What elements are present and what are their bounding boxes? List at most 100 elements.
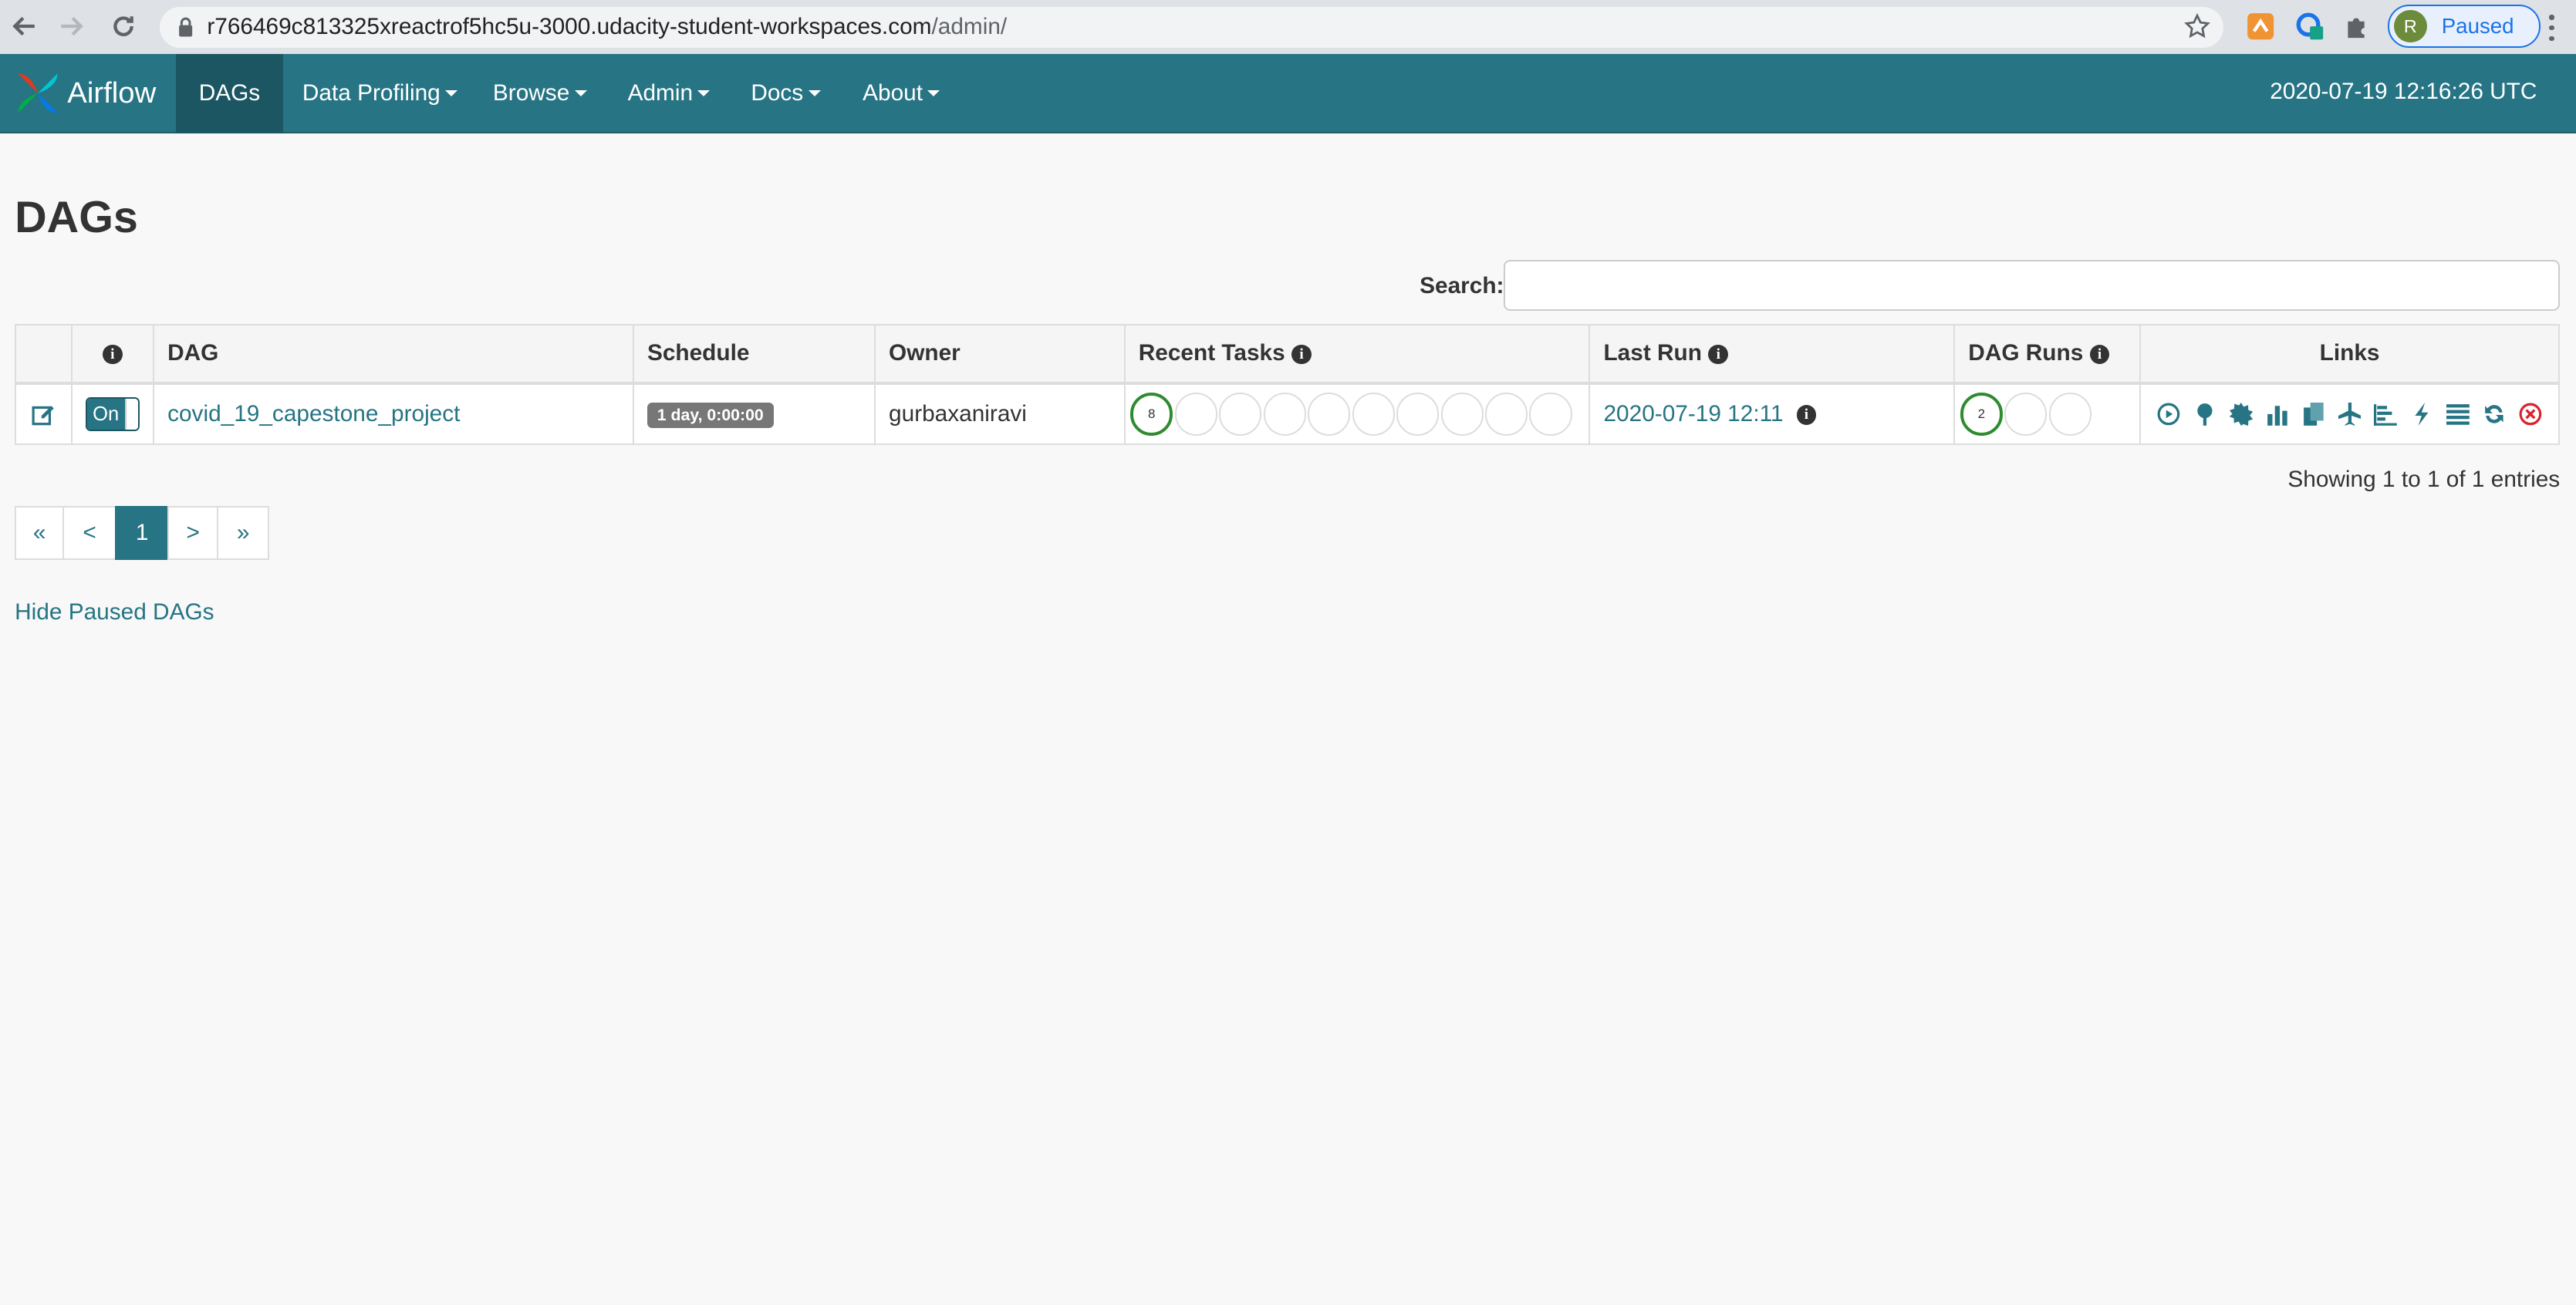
logs-icon[interactable] (2444, 400, 2472, 428)
gantt-icon[interactable] (2372, 400, 2399, 428)
header-recent-tasks-label: Recent Tasks (1138, 340, 1285, 366)
last-run-link[interactable]: 2020-07-19 12:11 (1603, 401, 1783, 427)
caret-down-icon (574, 90, 587, 96)
task-state-circle[interactable] (1219, 393, 1262, 436)
nav-admin[interactable]: Admin (605, 54, 733, 133)
trigger-dag-icon[interactable] (2155, 400, 2183, 428)
task-state-circle[interactable] (1440, 393, 1484, 436)
pager-last[interactable]: » (217, 505, 270, 561)
delete-icon[interactable] (2517, 400, 2544, 428)
nav-about-label: About (863, 80, 923, 106)
task-state-circle[interactable] (1174, 393, 1217, 436)
task-state-circle[interactable] (1352, 393, 1395, 436)
dag-run-circle[interactable] (2048, 393, 2092, 436)
avatar: R (2393, 9, 2427, 43)
refresh-icon[interactable] (2480, 400, 2508, 428)
back-icon[interactable] (3, 5, 46, 47)
schedule-cell: 1 day, 0:00:00 (632, 383, 876, 446)
info-icon: i (103, 344, 123, 365)
tree-view-icon[interactable] (2191, 400, 2219, 428)
airflow-logo-icon (18, 73, 58, 113)
header-owner-label: Owner (889, 340, 961, 366)
task-state-circle[interactable] (1529, 393, 1572, 436)
header-owner[interactable]: Owner (874, 323, 1126, 386)
pager-page-1[interactable]: 1 (115, 505, 170, 561)
info-icon[interactable]: i (2089, 344, 2110, 365)
header-dag[interactable]: DAG (153, 323, 634, 386)
browser-toolbar: r766469c813325xreactrof5hc5u-3000.udacit… (0, 0, 2576, 55)
bookmark-star-icon[interactable] (2183, 13, 2210, 39)
owner-text: gurbaxaniravi (889, 401, 1027, 427)
nav-docs[interactable]: Docs (728, 54, 844, 133)
pager-next[interactable]: > (167, 505, 219, 561)
task-state-circle-success[interactable]: 8 (1130, 393, 1173, 436)
url-path: /admin/ (931, 14, 1008, 40)
caret-down-icon (445, 90, 458, 96)
extension-blue-icon[interactable] (2295, 12, 2324, 41)
task-tries-icon[interactable] (2300, 400, 2328, 428)
extension-orange-icon[interactable] (2246, 12, 2275, 41)
nav-data-profiling[interactable]: Data Profiling (279, 54, 481, 133)
task-state-circle[interactable] (1263, 393, 1306, 436)
edit-icon[interactable] (32, 403, 55, 426)
header-links-label: Links (2319, 340, 2380, 366)
page-title: DAGs (15, 193, 138, 243)
pagination: « < 1 > » (15, 505, 270, 561)
dags-table: i DAG Schedule Owner Recent Tasks i Last … (15, 323, 2561, 446)
landing-times-icon[interactable] (2335, 400, 2363, 428)
search-input[interactable] (1503, 259, 2561, 311)
nav-about[interactable]: About (839, 54, 963, 133)
reload-icon[interactable] (102, 5, 144, 47)
task-state-circle[interactable] (1308, 393, 1351, 436)
header-schedule[interactable]: Schedule (632, 323, 876, 386)
pager-prev[interactable]: < (62, 505, 117, 561)
header-dag-runs[interactable]: DAG Runs i (1953, 323, 2141, 386)
task-state-circle[interactable] (1396, 393, 1440, 436)
nav-dags-label: DAGs (198, 80, 261, 106)
graph-view-icon[interactable] (2227, 400, 2255, 428)
header-recent-tasks[interactable]: Recent Tasks i (1123, 323, 1591, 386)
caret-down-icon (808, 90, 821, 96)
hide-paused-dags-link[interactable]: Hide Paused DAGs (15, 599, 214, 626)
url-host: r766469c813325xreactrof5hc5u-3000.udacit… (207, 14, 932, 40)
nav-admin-label: Admin (627, 80, 694, 106)
extensions-puzzle-icon[interactable] (2343, 12, 2372, 41)
profile-button[interactable]: R Paused (2387, 5, 2541, 48)
server-clock: 2020-07-19 12:16:26 UTC (2270, 79, 2537, 105)
nav-browse[interactable]: Browse (470, 54, 609, 133)
header-info: i (70, 323, 155, 386)
info-icon[interactable]: i (1708, 344, 1729, 365)
airflow-brand[interactable]: Airflow (13, 67, 156, 120)
task-state-circle[interactable] (1484, 393, 1528, 436)
search-label: Search: (1420, 272, 1504, 298)
caret-down-icon (927, 90, 940, 96)
dag-id-link[interactable]: covid_19_capestone_project (167, 401, 460, 427)
dag-run-circle[interactable] (2004, 393, 2048, 436)
header-last-run-label: Last Run (1603, 340, 1702, 366)
forward-icon[interactable] (49, 5, 92, 47)
toggle-knob (124, 398, 138, 430)
address-bar[interactable]: r766469c813325xreactrof5hc5u-3000.udacit… (159, 6, 2223, 48)
code-icon[interactable] (2408, 400, 2436, 428)
lock-icon (179, 18, 193, 37)
header-edit (15, 323, 73, 386)
nav-dags[interactable]: DAGs (175, 54, 283, 133)
header-dag-label: DAG (167, 340, 219, 366)
info-icon[interactable]: i (1796, 405, 1817, 426)
task-duration-icon[interactable] (2264, 400, 2291, 428)
browser-menu-icon[interactable] (2548, 15, 2555, 42)
table-header-row: i DAG Schedule Owner Recent Tasks i Last … (15, 323, 2561, 386)
caret-down-icon (697, 90, 711, 96)
nav-browse-label: Browse (492, 80, 570, 106)
profile-status: Paused (2441, 14, 2514, 39)
header-last-run[interactable]: Last Run i (1588, 323, 1956, 386)
pager-first[interactable]: « (15, 505, 65, 561)
schedule-badge: 1 day, 0:00:00 (647, 402, 774, 429)
entries-info: Showing 1 to 1 of 1 entries (2287, 466, 2561, 492)
last-run-cell: 2020-07-19 12:11 i (1588, 383, 1956, 446)
dag-pause-toggle[interactable]: On (85, 396, 140, 432)
toggle-cell: On (70, 383, 155, 446)
info-icon[interactable]: i (1291, 344, 1312, 365)
header-dag-runs-label: DAG Runs (1968, 340, 2084, 366)
dag-run-circle-success[interactable]: 2 (1960, 393, 2003, 436)
